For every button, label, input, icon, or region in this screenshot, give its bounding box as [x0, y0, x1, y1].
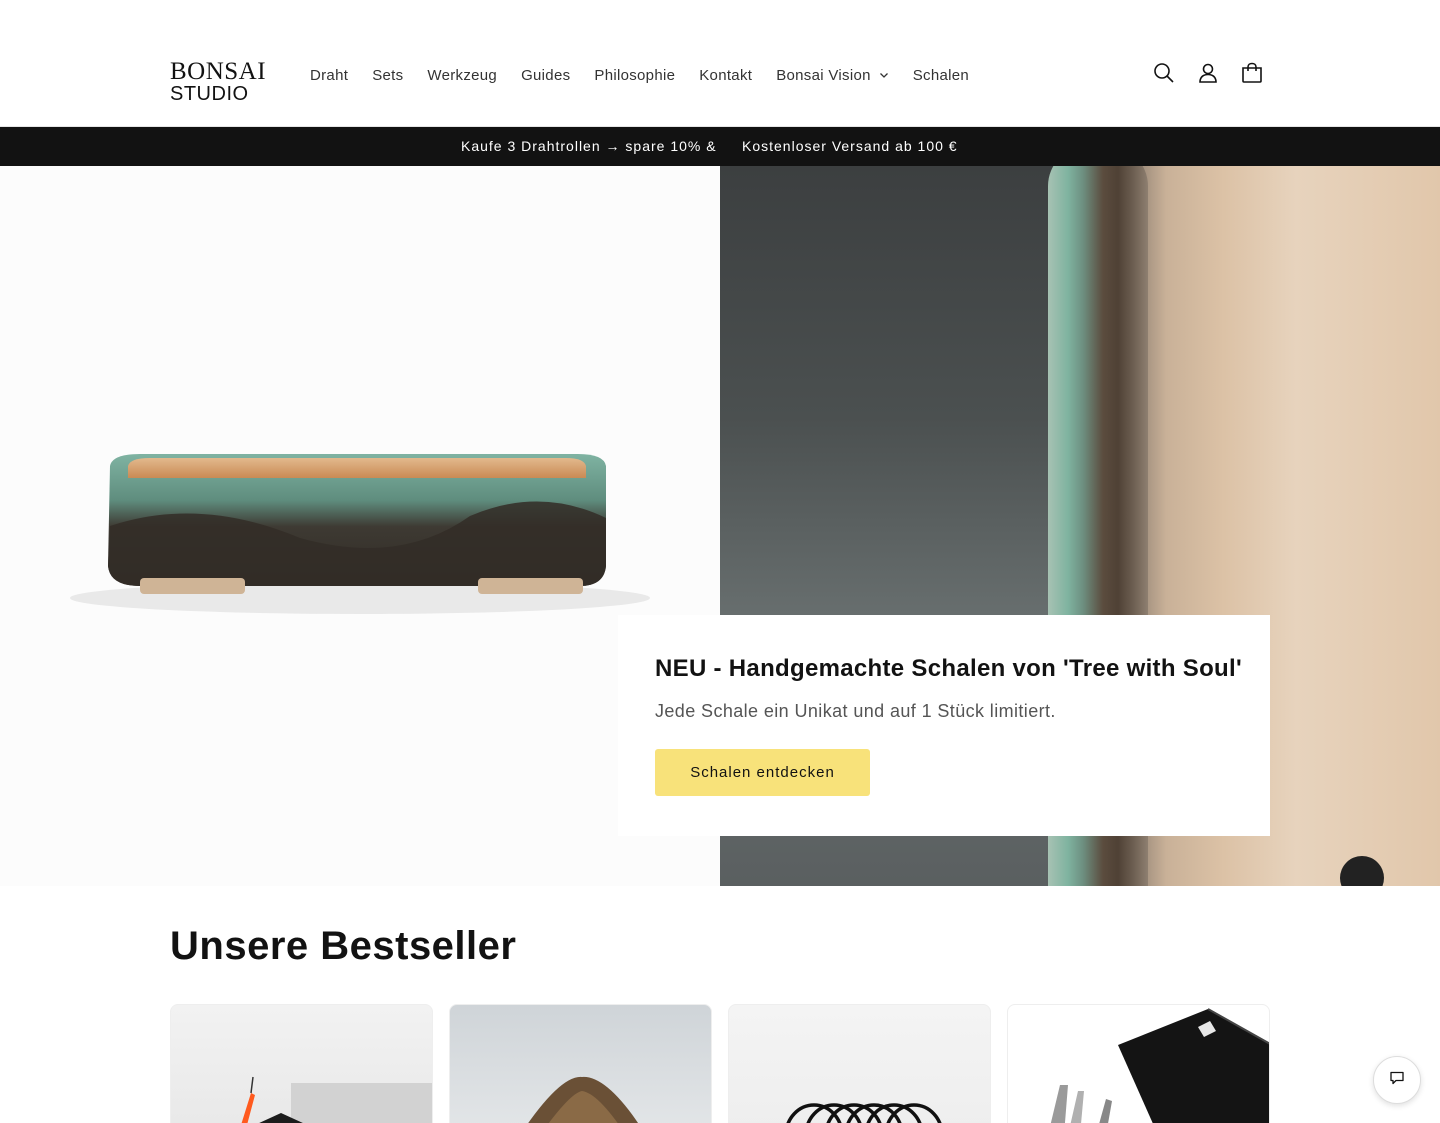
product-card[interactable]: [170, 1004, 433, 1123]
main-nav: Draht Sets Werkzeug Guides Philosophie K…: [298, 60, 981, 90]
site-header: BONSAI STUDIO Draht Sets Werkzeug Guides…: [0, 0, 1440, 127]
logo-line2: STUDIO: [170, 83, 249, 105]
discover-bowls-button[interactable]: Schalen entdecken: [655, 749, 870, 796]
nav-label: Philosophie: [594, 66, 676, 84]
announcement-discount[interactable]: Kaufe 3 Drahtrollen → spare 10% &: [461, 138, 717, 154]
hero-image-bonsai-pot: [0, 166, 720, 886]
account-button[interactable]: [1186, 53, 1230, 97]
nav-label: Kontakt: [699, 66, 753, 84]
nav-item-sets[interactable]: Sets: [360, 60, 415, 90]
product-card[interactable]: [449, 1004, 712, 1123]
cart-button[interactable]: [1230, 53, 1274, 97]
announcement-shipping[interactable]: Kostenloser Versand ab 100 €: [742, 138, 958, 154]
nav-item-philosophie[interactable]: Philosophie: [582, 60, 687, 90]
hero-content-card: NEU - Handgemachte Schalen von 'Tree wit…: [618, 615, 1270, 836]
account-icon: [1197, 62, 1219, 89]
logo-line1: BONSAI: [170, 58, 267, 85]
closeup-pot-foot: [1340, 856, 1384, 886]
header-icons: [1142, 53, 1274, 97]
product-image-soil: [528, 1076, 639, 1123]
search-button[interactable]: [1142, 53, 1186, 97]
chevron-down-icon: [879, 70, 889, 80]
nav-label: Draht: [310, 66, 349, 84]
bestsellers-title: Unsere Bestseller: [170, 924, 517, 968]
nav-label: Werkzeug: [427, 66, 498, 84]
nav-item-schalen[interactable]: Schalen: [901, 60, 981, 90]
product-image-tool-set: [1050, 1008, 1269, 1123]
product-grid: [170, 1004, 1270, 1123]
logo[interactable]: BONSAI STUDIO: [170, 58, 270, 105]
announcement-bar: Kaufe 3 Drahtrollen → spare 10% & Kosten…: [0, 127, 1440, 166]
nav-label: Sets: [372, 66, 404, 84]
bonsai-pot-illustration: [70, 454, 650, 614]
hero-subtitle: Jede Schale ein Unikat und auf 1 Stück l…: [655, 701, 1056, 721]
product-image-wire-coil: [786, 1103, 942, 1123]
nav-label: Bonsai Vision: [776, 66, 871, 84]
hero-title: NEU - Handgemachte Schalen von 'Tree wit…: [655, 655, 1242, 682]
product-image-wire-tool: [241, 1076, 432, 1123]
chat-icon: [1389, 1070, 1405, 1091]
nav-item-draht[interactable]: Draht: [298, 60, 360, 90]
product-card[interactable]: [1007, 1004, 1270, 1123]
hero-banner: NEU - Handgemachte Schalen von 'Tree wit…: [0, 166, 1440, 886]
product-card[interactable]: [728, 1004, 991, 1123]
nav-label: Guides: [521, 66, 571, 84]
cart-icon: [1241, 62, 1263, 89]
nav-item-guides[interactable]: Guides: [509, 60, 582, 90]
chat-button[interactable]: [1373, 1056, 1421, 1104]
nav-item-werkzeug[interactable]: Werkzeug: [415, 60, 509, 90]
nav-label: Schalen: [912, 66, 970, 84]
search-icon: [1153, 62, 1175, 89]
nav-item-bonsai-vision[interactable]: Bonsai Vision: [764, 60, 901, 90]
nav-item-kontakt[interactable]: Kontakt: [687, 60, 764, 90]
